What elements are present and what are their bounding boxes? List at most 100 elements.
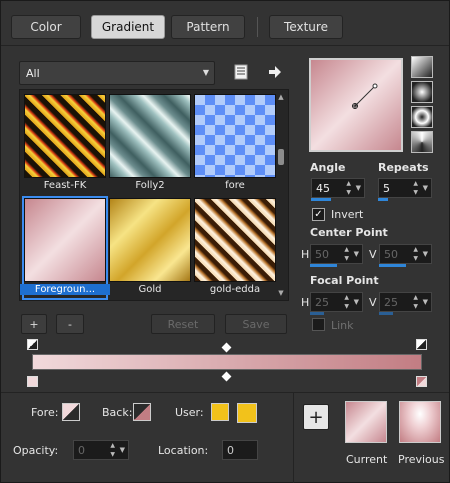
back-label: Back: bbox=[102, 406, 133, 419]
angle-handle-icon[interactable] bbox=[311, 60, 401, 150]
center-v-input[interactable]: 50 ▲ ▼ ▼ bbox=[379, 244, 432, 264]
reset-button[interactable]: Reset bbox=[151, 314, 215, 334]
gradient-swatch-fore[interactable] bbox=[194, 94, 276, 178]
gradient-swatch-gold-edda[interactable] bbox=[194, 198, 276, 282]
gradient-preview[interactable] bbox=[309, 58, 403, 152]
rectangular-style-button[interactable] bbox=[411, 81, 433, 103]
linear-style-button[interactable] bbox=[411, 56, 433, 78]
scroll-down-icon[interactable]: ▼ bbox=[276, 289, 286, 297]
invert-checkbox[interactable]: ✓ bbox=[312, 208, 325, 221]
gradient-swatch-gold[interactable] bbox=[109, 198, 191, 282]
gradient-swatch-foreground[interactable] bbox=[24, 198, 106, 282]
fore-color-swatch[interactable] bbox=[62, 403, 80, 421]
user-color-swatch[interactable] bbox=[211, 403, 229, 421]
scroll-up-icon[interactable]: ▲ bbox=[276, 93, 286, 101]
remove-gradient-button[interactable]: - bbox=[56, 314, 84, 334]
chevron-down-icon[interactable]: ▼ bbox=[423, 250, 428, 258]
repeats-value: 5 bbox=[383, 181, 390, 195]
opacity-value: 0 bbox=[78, 443, 85, 457]
opacity-label: Opacity: bbox=[13, 444, 59, 457]
current-label: Current bbox=[346, 453, 388, 466]
category-select[interactable]: All ▼ bbox=[19, 61, 215, 85]
chevron-down-icon: ▼ bbox=[202, 68, 209, 77]
focal-v-value: 25 bbox=[384, 295, 398, 309]
scroll-thumb[interactable] bbox=[278, 149, 284, 165]
gradient-bar[interactable] bbox=[32, 354, 422, 370]
gradient-gallery: Feast-FK Folly2 fore Foregroun... Gold g… bbox=[19, 89, 289, 301]
focal-v-slider[interactable] bbox=[379, 312, 393, 315]
gradient-label: Folly2 bbox=[135, 180, 165, 191]
chevron-down-icon[interactable]: ▼ bbox=[120, 446, 125, 454]
spin-arrows-icon[interactable]: ▲ ▼ bbox=[413, 179, 418, 197]
focal-point-label: Focal Point bbox=[310, 274, 379, 287]
user-label: User: bbox=[175, 406, 204, 419]
chevron-down-icon[interactable]: ▼ bbox=[354, 298, 359, 306]
focal-v-input[interactable]: 25 ▲ ▼ ▼ bbox=[379, 292, 432, 312]
gradient-dialog: Color Gradient Pattern Texture All ▼ Fea… bbox=[0, 0, 450, 483]
center-h-input[interactable]: 50 ▲ ▼ ▼ bbox=[310, 244, 363, 264]
focal-v-label: V bbox=[369, 296, 377, 309]
gallery-scrollbar[interactable]: ▲ ▼ bbox=[275, 89, 287, 301]
focal-h-input[interactable]: 25 ▲ ▼ ▼ bbox=[310, 292, 363, 312]
fore-label: Fore: bbox=[31, 406, 59, 419]
angle-label: Angle bbox=[310, 161, 346, 174]
back-color-swatch[interactable] bbox=[133, 403, 151, 421]
spin-arrows-icon[interactable]: ▲ ▼ bbox=[346, 179, 351, 197]
repeats-label: Repeats bbox=[378, 161, 429, 174]
transparency-stop-end[interactable] bbox=[416, 339, 427, 350]
tab-texture[interactable]: Texture bbox=[269, 15, 343, 39]
focal-h-value: 25 bbox=[315, 295, 329, 309]
gradient-list-icon[interactable] bbox=[232, 63, 250, 81]
repeats-input[interactable]: 5 ▲ ▼ ▼ bbox=[378, 178, 432, 198]
transparency-stop-start[interactable] bbox=[27, 339, 38, 350]
save-button[interactable]: Save bbox=[225, 314, 287, 334]
tab-divider bbox=[257, 17, 258, 37]
spin-arrows-icon[interactable]: ▲ ▼ bbox=[344, 245, 349, 263]
focal-h-label: H bbox=[301, 296, 310, 309]
angle-slider[interactable] bbox=[311, 198, 331, 201]
radial-style-button[interactable] bbox=[411, 106, 433, 128]
link-checkbox[interactable] bbox=[312, 318, 325, 331]
repeats-slider[interactable] bbox=[378, 198, 388, 201]
center-h-label: H bbox=[301, 248, 310, 261]
gradient-label-selected: Foregroun... bbox=[20, 284, 110, 295]
chevron-down-icon[interactable]: ▼ bbox=[356, 184, 361, 192]
focal-h-slider[interactable] bbox=[310, 312, 324, 315]
tab-gradient[interactable]: Gradient bbox=[91, 15, 165, 39]
link-label: Link bbox=[331, 319, 354, 332]
tab-pattern[interactable]: Pattern bbox=[171, 15, 245, 39]
add-gradient-button[interactable]: + bbox=[21, 314, 47, 334]
color-stop-start[interactable] bbox=[27, 376, 38, 387]
spin-arrows-icon[interactable]: ▲ ▼ bbox=[110, 441, 115, 459]
opacity-input[interactable]: 0 ▲ ▼ ▼ bbox=[73, 440, 129, 460]
center-h-slider[interactable] bbox=[310, 264, 337, 267]
gradient-label: Gold bbox=[138, 284, 162, 295]
transparency-midpoint-marker[interactable] bbox=[221, 342, 232, 353]
category-select-value: All bbox=[26, 66, 40, 80]
chevron-down-icon[interactable]: ▼ bbox=[423, 298, 428, 306]
spin-arrows-icon[interactable]: ▲ ▼ bbox=[413, 245, 418, 263]
gradient-swatch-feast-fk[interactable] bbox=[24, 94, 106, 178]
location-input[interactable]: 0 bbox=[222, 440, 258, 460]
arrow-right-icon[interactable] bbox=[266, 63, 284, 81]
angle-input[interactable]: 45 ▲ ▼ ▼ bbox=[311, 178, 365, 198]
previous-gradient-thumb[interactable] bbox=[399, 401, 441, 443]
spin-arrows-icon[interactable]: ▲ ▼ bbox=[344, 293, 349, 311]
chevron-down-icon[interactable]: ▼ bbox=[354, 250, 359, 258]
center-v-slider[interactable] bbox=[379, 264, 406, 267]
add-to-swatches-button[interactable]: + bbox=[303, 404, 329, 430]
sunburst-style-button[interactable] bbox=[411, 131, 433, 153]
user-color-swatch-large[interactable] bbox=[237, 403, 257, 423]
chevron-down-icon[interactable]: ▼ bbox=[423, 184, 428, 192]
color-midpoint-marker[interactable] bbox=[221, 371, 232, 382]
current-gradient-thumb[interactable] bbox=[345, 401, 387, 443]
color-stop-end[interactable] bbox=[416, 376, 427, 387]
gradient-swatch-folly2[interactable] bbox=[109, 94, 191, 178]
footer-vertical-divider bbox=[293, 393, 294, 483]
tab-color[interactable]: Color bbox=[11, 15, 81, 39]
previous-label: Previous bbox=[398, 453, 445, 466]
gradient-label: Feast-FK bbox=[43, 180, 87, 191]
spin-arrows-icon[interactable]: ▲ ▼ bbox=[413, 293, 418, 311]
location-value: 0 bbox=[227, 443, 234, 457]
angle-value: 45 bbox=[316, 181, 330, 195]
